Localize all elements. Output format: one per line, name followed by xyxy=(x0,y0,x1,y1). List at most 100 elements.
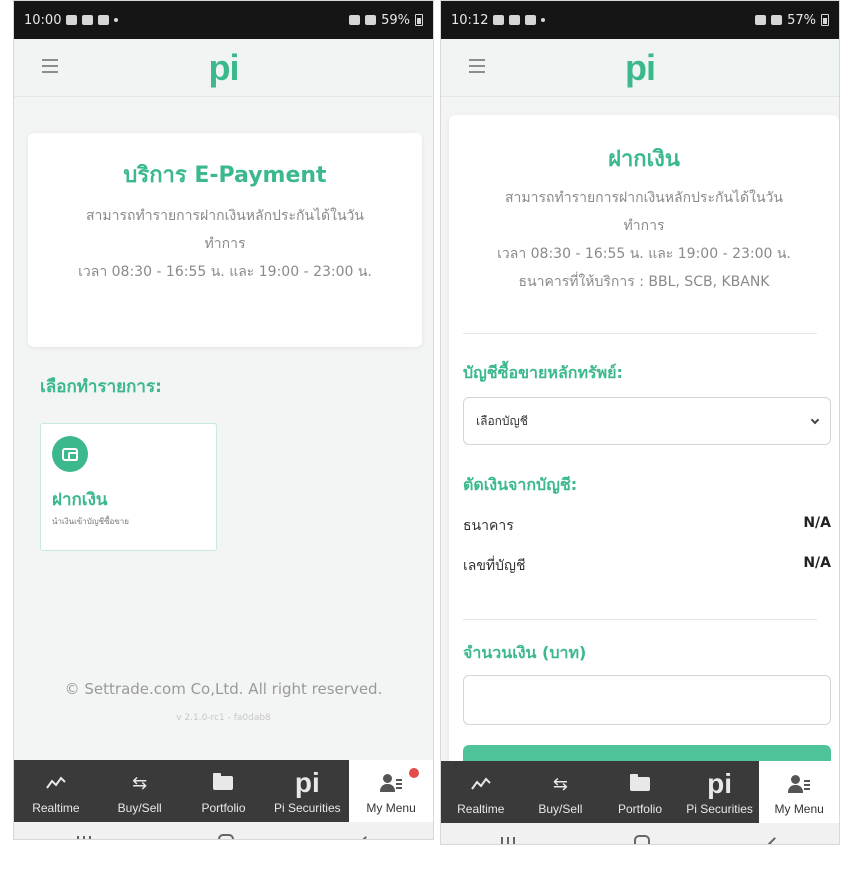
amount-input[interactable] xyxy=(463,675,831,725)
account-number-value: N/A xyxy=(803,555,831,571)
tile-title: ฝากเงิน xyxy=(52,490,108,510)
alarm-icon xyxy=(349,15,361,25)
divider xyxy=(463,333,817,334)
tab-pi-securities[interactable]: pi Pi Securities xyxy=(680,761,760,823)
tab-label: Portfolio xyxy=(201,801,246,815)
tab-label: My Menu xyxy=(366,801,416,815)
account-number-label: เลขที่บัญชี xyxy=(463,558,526,574)
bank-label: ธนาคาร xyxy=(463,518,514,534)
trading-account-label: บัญชีซื้อขายหลักทรัพย์: xyxy=(463,363,623,382)
battery-icon xyxy=(415,14,423,26)
pi-logo: pi xyxy=(625,47,656,88)
pi-logo-icon: pi xyxy=(294,767,320,798)
tab-portfolio[interactable]: Portfolio xyxy=(600,761,680,823)
status-time: 10:12 xyxy=(451,12,489,28)
info-line-2: ทำการ xyxy=(623,218,665,234)
tab-portfolio[interactable]: Portfolio xyxy=(182,760,266,822)
user-menu-icon xyxy=(380,774,403,792)
info-line-1: สามารถทำรายการฝากเงินหลักประกันได้ในวัน xyxy=(86,208,364,224)
info-line-2: ทำการ xyxy=(204,236,246,252)
select-value: เลือกบัญชี xyxy=(476,413,528,428)
back-button[interactable] xyxy=(768,836,782,844)
home-button[interactable] xyxy=(634,835,651,844)
page-title: ฝากเงิน xyxy=(608,147,680,172)
signal-icon xyxy=(771,15,783,25)
battery-percent: 57% xyxy=(787,12,816,28)
copyright-text: © Settrade.com Co,Ltd. All right reserve… xyxy=(64,680,383,698)
pi-logo-icon: pi xyxy=(707,768,733,799)
page-title: บริการ E-Payment xyxy=(123,163,327,188)
home-button[interactable] xyxy=(217,834,234,839)
bank-value: N/A xyxy=(803,515,831,531)
version-text: v 2.1.0-rc1 - fa0dab8 xyxy=(176,713,271,723)
notification-icon xyxy=(493,15,505,25)
bank-row: ธนาคาร N/A xyxy=(463,515,831,537)
info-hours: เวลา 08:30 - 16:55 น. และ 19:00 - 23:00 … xyxy=(497,246,791,262)
status-bar: 10:00 59% xyxy=(14,1,433,39)
message-icon xyxy=(525,15,537,25)
chevron-down-icon xyxy=(810,415,820,424)
select-transaction-label: เลือกทำรายการ: xyxy=(40,377,162,397)
deposit-info: ฝากเงิน สามารถทำรายการฝากเงินหลักประกันไ… xyxy=(449,115,839,296)
battery-percent: 59% xyxy=(381,12,410,28)
phone-screen-epayment: 10:00 59% pi บริการ E-Payment สามารถทำรา… xyxy=(13,0,434,840)
tab-buy-sell[interactable]: ⇆ Buy/Sell xyxy=(98,760,182,822)
recent-apps-button[interactable] xyxy=(500,837,515,844)
info-banks: ธนาคารที่ให้บริการ : BBL, SCB, KBANK xyxy=(518,274,770,290)
divider xyxy=(463,619,817,620)
hamburger-menu-icon[interactable] xyxy=(469,59,485,73)
tab-label: Pi Securities xyxy=(273,801,341,815)
bottom-tab-bar: Realtime ⇆ Buy/Sell Portfolio pi Pi Secu… xyxy=(14,760,433,822)
bottom-tab-bar: Realtime ⇆ Buy/Sell Portfolio pi Pi Secu… xyxy=(441,761,839,823)
pi-logo: pi xyxy=(208,47,240,88)
amount-label: จำนวนเงิน (บาท) xyxy=(463,643,587,662)
swap-arrows-icon: ⇆ xyxy=(552,774,568,794)
epayment-info-card: บริการ E-Payment สามารถทำรายการฝากเงินหล… xyxy=(28,133,422,347)
user-menu-icon xyxy=(788,775,811,793)
tab-label: My Menu xyxy=(774,802,824,816)
notification-badge xyxy=(406,766,421,780)
android-nav-bar xyxy=(441,823,839,844)
tab-label: Buy/Sell xyxy=(117,801,162,815)
tab-my-menu[interactable]: My Menu xyxy=(759,761,839,823)
tab-label: Realtime xyxy=(32,801,80,815)
tab-realtime[interactable]: Realtime xyxy=(14,760,98,822)
info-line-1: สามารถทำรายการฝากเงินหลักประกันได้ในวัน xyxy=(505,190,783,206)
chart-line-icon xyxy=(46,776,66,789)
tab-label: Realtime xyxy=(457,802,505,816)
folder-icon xyxy=(213,773,234,790)
more-dot-icon xyxy=(541,18,546,22)
status-time: 10:00 xyxy=(24,12,62,28)
tab-label: Pi Securities xyxy=(686,802,753,816)
app-header: pi xyxy=(441,39,839,97)
app-header: pi xyxy=(14,39,433,97)
chat-icon xyxy=(82,15,94,25)
more-dot-icon xyxy=(114,18,119,22)
hamburger-menu-icon[interactable] xyxy=(42,59,58,73)
chat-icon xyxy=(509,15,521,25)
message-icon xyxy=(98,15,110,25)
swap-arrows-icon: ⇆ xyxy=(132,773,148,793)
account-number-row: เลขที่บัญชี N/A xyxy=(463,555,831,577)
phone-screen-deposit: 10:12 57% pi ฝากเงิน สามารถทำรายการฝากเง… xyxy=(440,0,840,845)
tab-label: Buy/Sell xyxy=(538,802,583,816)
debit-account-label: ตัดเงินจากบัญชี: xyxy=(463,475,578,494)
android-nav-bar xyxy=(14,822,433,839)
alarm-icon xyxy=(755,15,767,25)
trading-account-select[interactable]: เลือกบัญชี xyxy=(463,397,831,445)
tab-label: Portfolio xyxy=(617,802,662,816)
deposit-service-tile[interactable]: ฝากเงิน นำเงินเข้าบัญชีซื้อขาย xyxy=(40,423,217,551)
recent-apps-button[interactable] xyxy=(77,836,92,839)
tab-realtime[interactable]: Realtime xyxy=(441,761,521,823)
tab-buy-sell[interactable]: ⇆ Buy/Sell xyxy=(521,761,601,823)
notification-icon xyxy=(66,15,78,25)
tab-pi-securities[interactable]: pi Pi Securities xyxy=(265,760,349,822)
info-hours: เวลา 08:30 - 16:55 น. และ 19:00 - 23:00 … xyxy=(78,264,372,280)
tab-my-menu[interactable]: My Menu xyxy=(349,760,433,822)
chart-line-icon xyxy=(470,777,491,790)
signal-icon xyxy=(365,15,377,25)
wallet-icon xyxy=(52,436,88,472)
back-button[interactable] xyxy=(358,835,372,839)
tile-subtitle: นำเงินเข้าบัญชีซื้อขาย xyxy=(52,517,129,526)
battery-icon xyxy=(821,14,829,26)
